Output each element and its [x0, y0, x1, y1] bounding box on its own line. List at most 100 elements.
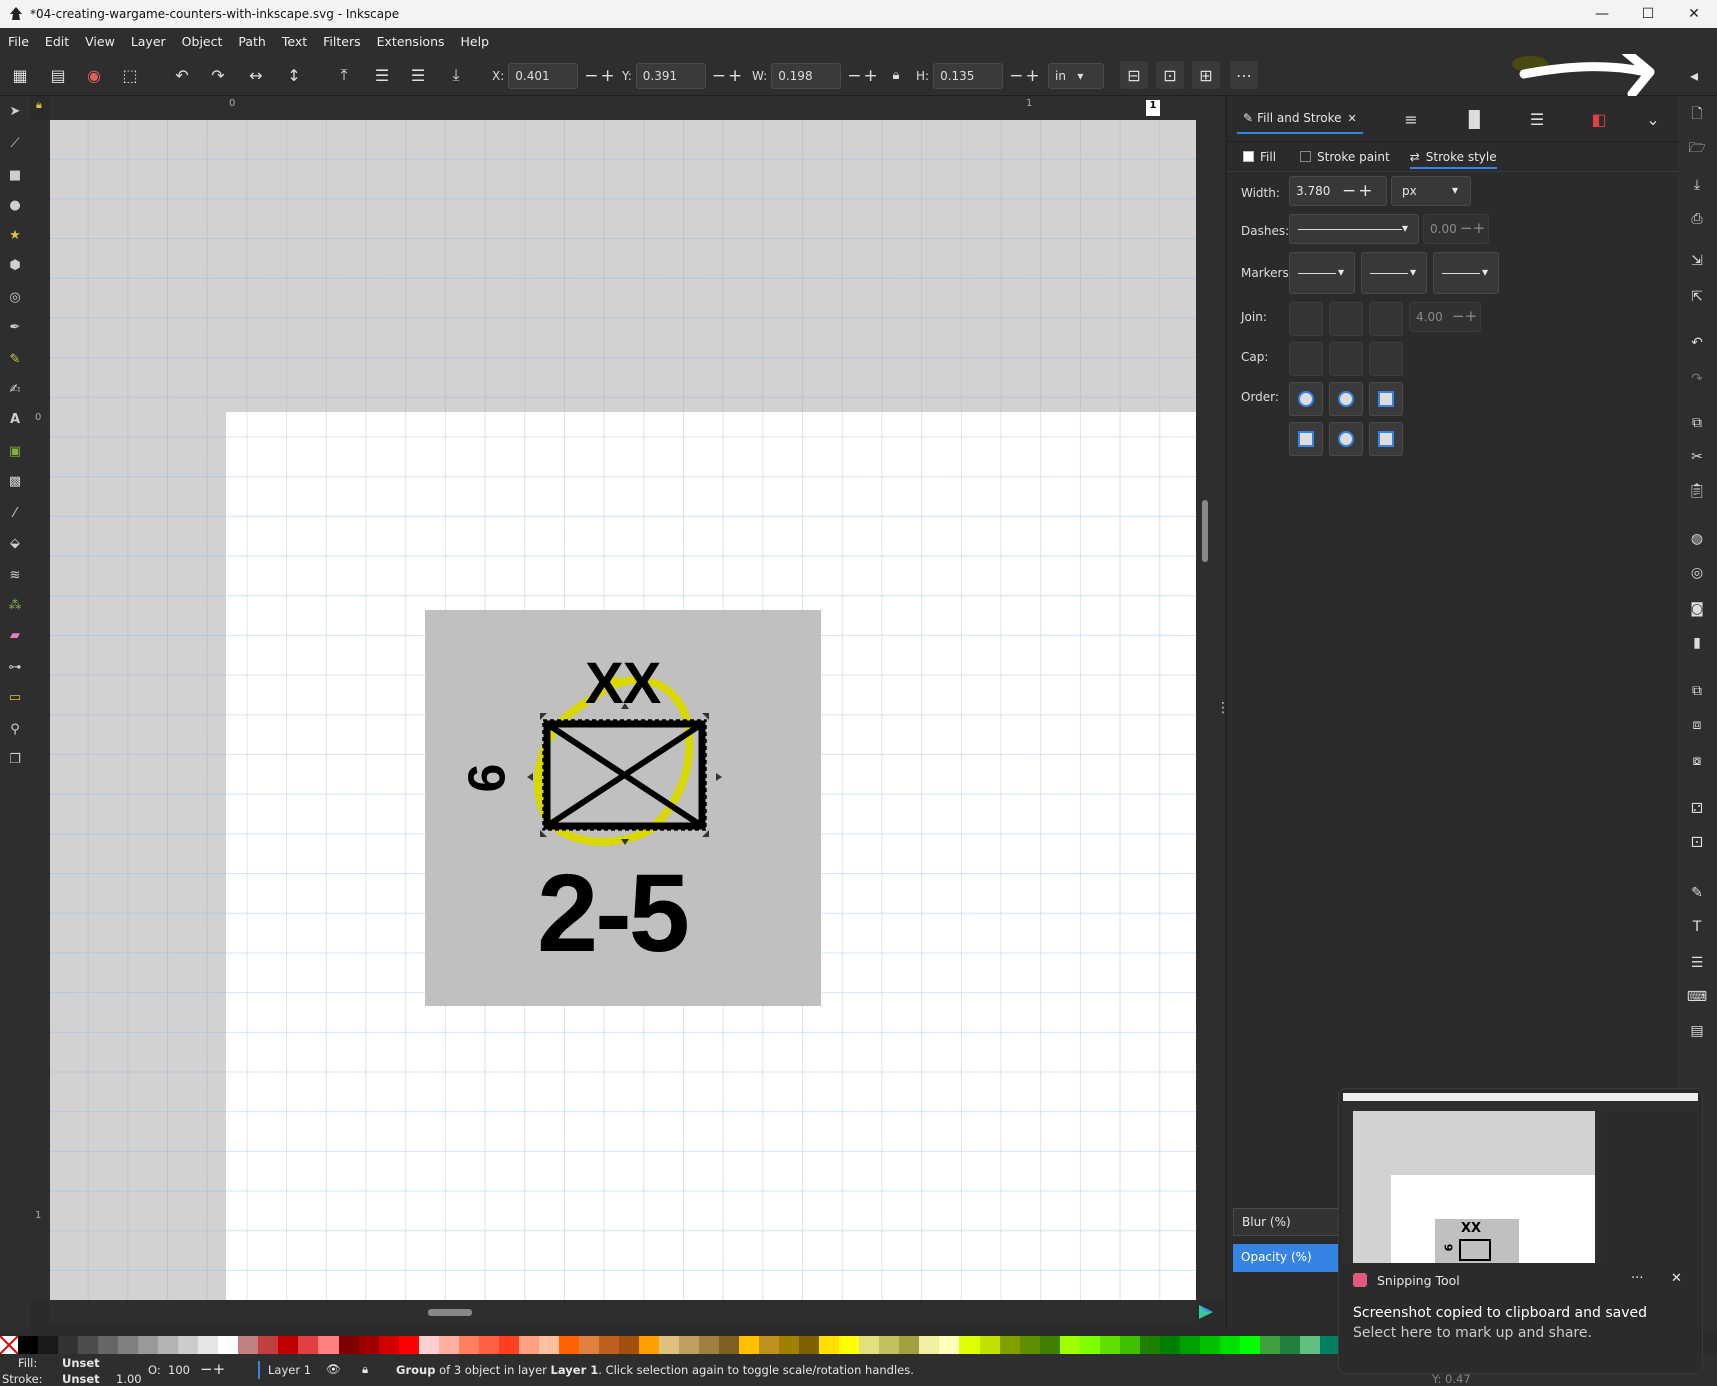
swatches-tab-icon[interactable]: ◧: [1585, 105, 1613, 133]
order-markers-fill-stroke-button[interactable]: [1289, 422, 1323, 456]
tab-close-icon[interactable]: ✕: [1348, 112, 1357, 125]
layers-dialog-icon[interactable]: ☰: [1686, 952, 1708, 974]
layer-visibility-icon[interactable]: 👁︎: [326, 1362, 341, 1376]
palette-swatch[interactable]: [418, 1336, 439, 1354]
select-same-icon[interactable]: ⬚: [116, 61, 144, 89]
dropper-tool-icon[interactable]: ⁄: [4, 502, 26, 524]
palette-swatch[interactable]: [538, 1336, 559, 1354]
palette-swatch[interactable]: [879, 1336, 900, 1354]
paint-bucket-tool-icon[interactable]: ⬙: [4, 532, 26, 554]
color-manage-icon[interactable]: [1196, 1302, 1216, 1322]
x-input[interactable]: 0.401: [508, 63, 579, 89]
zoom-tool-icon[interactable]: ⚲: [4, 718, 26, 740]
palette-swatch[interactable]: [278, 1336, 299, 1354]
text-tool-icon[interactable]: A: [4, 408, 26, 430]
palette-swatch[interactable]: [178, 1336, 199, 1354]
current-layer[interactable]: Layer 1: [268, 1363, 311, 1377]
print-icon[interactable]: ⎙: [1686, 208, 1708, 230]
miter-limit-input[interactable]: 4.00 −+: [1409, 302, 1481, 332]
dock-menu-chevron-icon[interactable]: ⌄: [1639, 105, 1667, 133]
lower-to-bottom-icon[interactable]: ⤓: [442, 61, 470, 89]
zoom-selection-icon[interactable]: ◍: [1686, 528, 1708, 550]
pages-tool-icon[interactable]: ❐: [4, 748, 26, 770]
horizontal-scrollbar[interactable]: [50, 1300, 1213, 1324]
y-input[interactable]: 0.391: [635, 63, 706, 89]
cap-round-button[interactable]: [1329, 342, 1363, 376]
rotate-cw-icon[interactable]: ↷: [204, 61, 232, 89]
3d-box-tool-icon[interactable]: ⬢: [4, 254, 26, 276]
palette-swatch[interactable]: [1219, 1336, 1240, 1354]
paste-icon[interactable]: 📋︎: [1686, 480, 1708, 502]
move-gradients-icon[interactable]: ⊞: [1192, 61, 1220, 89]
palette-swatch[interactable]: [739, 1336, 760, 1354]
h-stepper[interactable]: −+: [1009, 66, 1042, 86]
minimize-button[interactable]: —: [1579, 0, 1625, 28]
zoom-width-icon[interactable]: ▮: [1686, 632, 1708, 654]
palette-swatch[interactable]: [138, 1336, 159, 1354]
menu-view[interactable]: View: [77, 34, 123, 49]
w-stepper[interactable]: −+: [847, 66, 880, 86]
subtab-fill[interactable]: Fill: [1243, 150, 1276, 164]
deselect-icon[interactable]: ◉: [80, 61, 108, 89]
select-all-layers-icon[interactable]: ▤: [44, 61, 72, 89]
text-font-dialog-icon[interactable]: T: [1686, 916, 1708, 938]
rotate-ccw-icon[interactable]: ↶: [168, 61, 196, 89]
palette-swatch[interactable]: [398, 1336, 419, 1354]
palette-swatch[interactable]: [919, 1336, 940, 1354]
menu-extensions[interactable]: Extensions: [369, 34, 453, 49]
layer-lock-icon[interactable]: 🔒︎: [362, 1362, 368, 1377]
toggle-commands-icon[interactable]: ◂: [1680, 61, 1708, 89]
palette-swatch[interactable]: [1159, 1336, 1180, 1354]
align-tab-icon[interactable]: ≡: [1397, 105, 1425, 133]
palette-swatch[interactable]: [1199, 1336, 1220, 1354]
opacity-value[interactable]: 100: [168, 1363, 190, 1377]
tweak-tool-icon[interactable]: ≋: [4, 564, 26, 586]
select-all-icon[interactable]: ▦: [6, 61, 34, 89]
maximize-button[interactable]: ☐: [1625, 0, 1671, 28]
palette-swatch[interactable]: [819, 1336, 840, 1354]
palette-swatch[interactable]: [779, 1336, 800, 1354]
join-miter-button[interactable]: [1289, 302, 1323, 336]
tab-fill-and-stroke[interactable]: ✎ Fill and Stroke ✕: [1237, 104, 1363, 134]
flip-vertical-icon[interactable]: ↕: [280, 61, 308, 89]
ungroup-icon[interactable]: ⚀: [1686, 832, 1708, 854]
width-input[interactable]: 3.780 −+: [1289, 176, 1387, 206]
menu-text[interactable]: Text: [274, 34, 315, 49]
subtab-stroke-paint[interactable]: Stroke paint: [1300, 150, 1390, 164]
start-marker-select[interactable]: ▾: [1289, 252, 1355, 294]
palette-swatch[interactable]: [498, 1336, 519, 1354]
subtab-stroke-style[interactable]: ⇄ Stroke style: [1409, 150, 1497, 169]
vertical-scrollbar[interactable]: ⋮: [1196, 96, 1230, 1300]
palette-swatch[interactable]: [358, 1336, 379, 1354]
document-properties-tab-icon[interactable]: ▉: [1461, 105, 1489, 133]
spiral-tool-icon[interactable]: ◎: [4, 286, 26, 308]
opacity-slider[interactable]: Opacity (%): [1233, 1244, 1343, 1272]
palette-swatch[interactable]: [378, 1336, 399, 1354]
order-fill-markers-stroke-button[interactable]: [1369, 382, 1403, 416]
new-document-icon[interactable]: 🗋︎: [1686, 104, 1708, 126]
star-tool-icon[interactable]: ★: [4, 224, 26, 246]
color-palette[interactable]: [0, 1336, 1341, 1354]
zoom-drawing-icon[interactable]: ◎: [1686, 562, 1708, 584]
palette-swatch[interactable]: [1239, 1336, 1260, 1354]
palette-swatch[interactable]: [78, 1336, 99, 1354]
mid-marker-select[interactable]: ▾: [1361, 252, 1427, 294]
palette-swatch[interactable]: [1179, 1336, 1200, 1354]
menu-filters[interactable]: Filters: [315, 34, 368, 49]
layers-tab-icon[interactable]: ☰: [1523, 105, 1551, 133]
palette-swatch[interactable]: [598, 1336, 619, 1354]
lower-icon[interactable]: ☰: [404, 61, 432, 89]
palette-swatch[interactable]: [118, 1336, 139, 1354]
duplicate-icon[interactable]: ⧉: [1686, 680, 1708, 702]
drawing-canvas[interactable]: XX 6 2-5: [50, 120, 1196, 1300]
export-icon[interactable]: ⇱: [1686, 286, 1708, 308]
redo-icon[interactable]: ↷: [1686, 368, 1708, 390]
palette-swatch[interactable]: [558, 1336, 579, 1354]
undo-icon[interactable]: ↶: [1686, 332, 1708, 354]
palette-swatch[interactable]: [939, 1336, 960, 1354]
order-stroke-markers-fill-button[interactable]: [1329, 422, 1363, 456]
palette-swatch[interactable]: [638, 1336, 659, 1354]
blur-slider[interactable]: Blur (%): [1233, 1208, 1343, 1236]
palette-swatch[interactable]: [859, 1336, 880, 1354]
palette-swatch[interactable]: [1259, 1336, 1280, 1354]
